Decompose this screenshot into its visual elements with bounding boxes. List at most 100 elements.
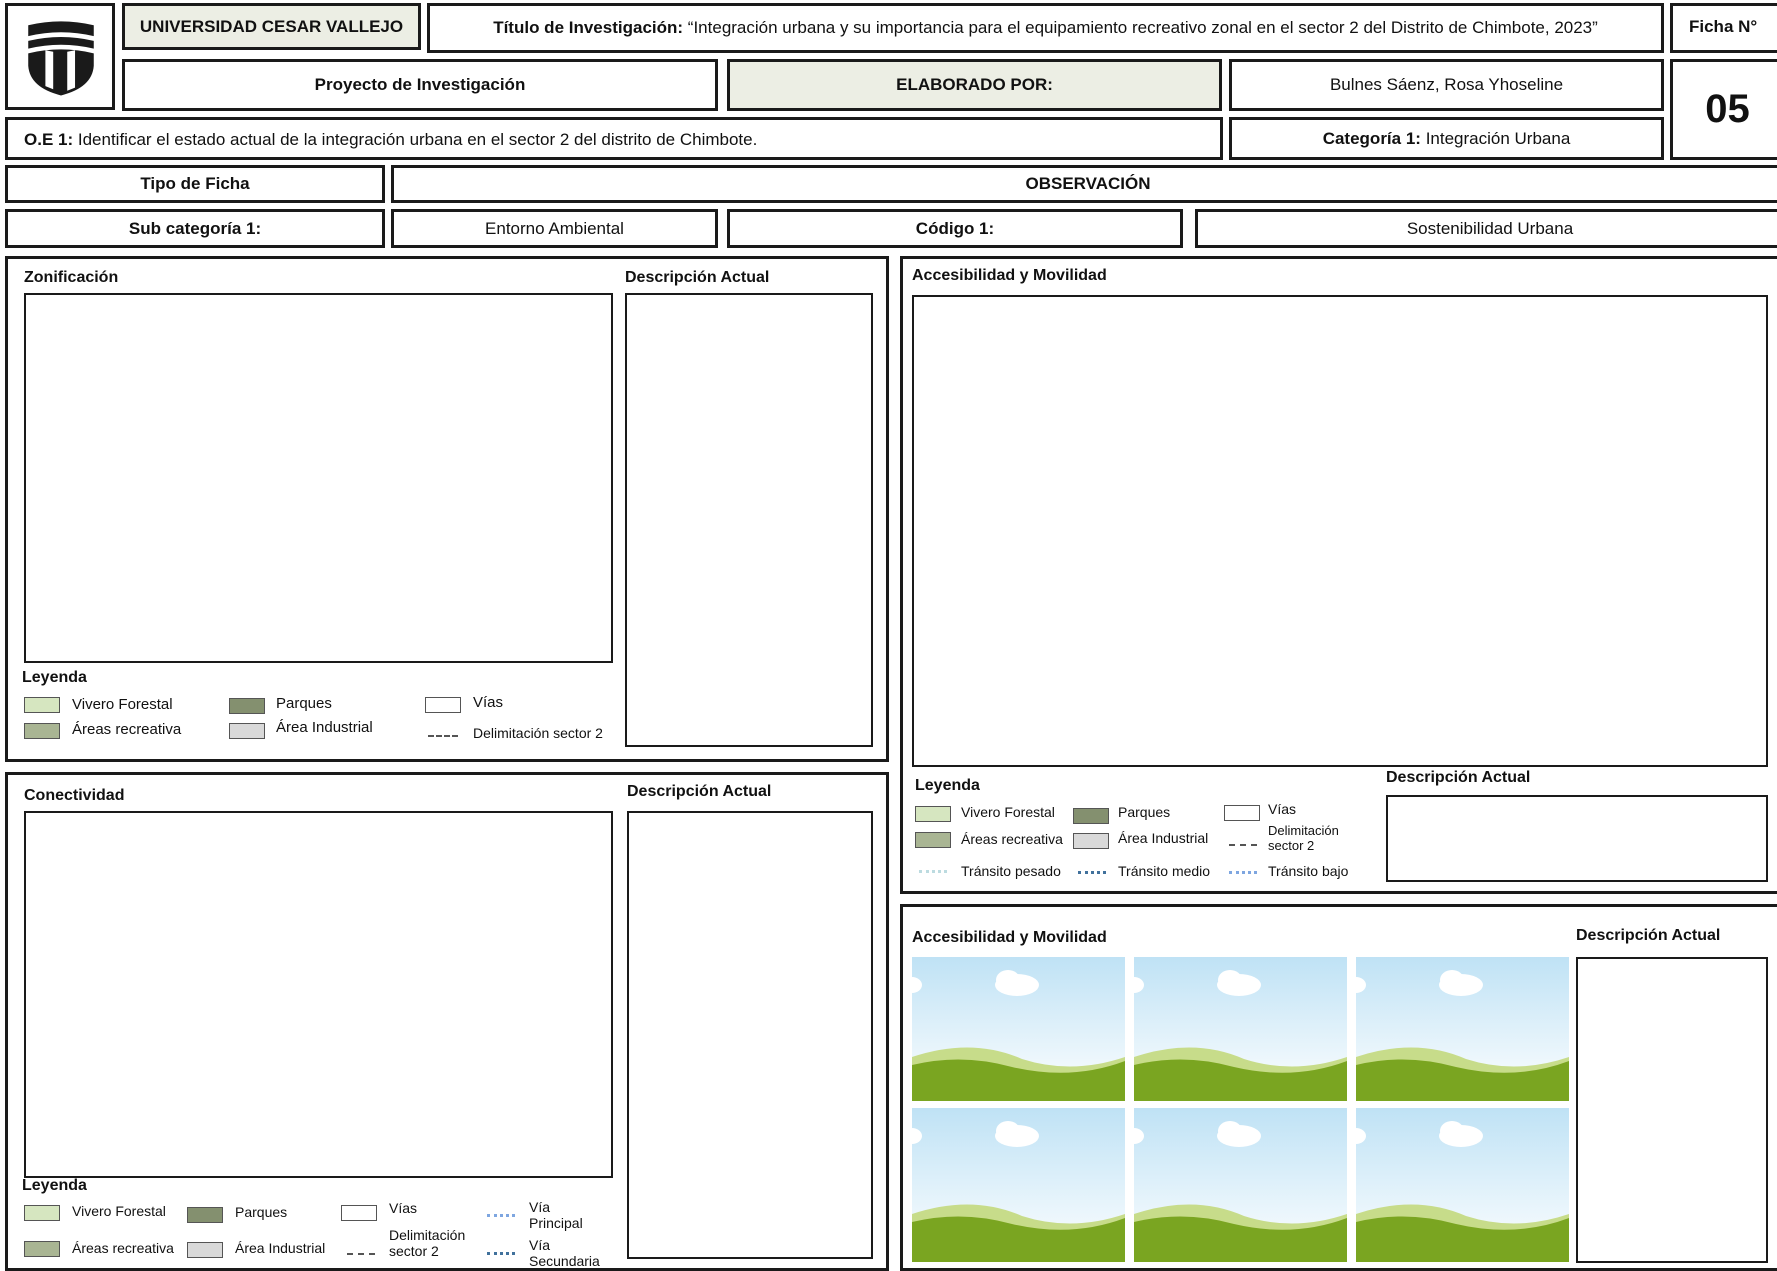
legend-line-transito-pesado bbox=[919, 870, 947, 873]
ficha-label: Ficha N° bbox=[1689, 17, 1758, 36]
tipo-ficha-value-cell: OBSERVACIÓN bbox=[391, 165, 1777, 203]
university-name-cell: UNIVERSIDAD CESAR VALLEJO bbox=[122, 3, 421, 50]
objective-text: Identificar el estado actual de la integ… bbox=[77, 130, 758, 149]
photo-placeholder-1[interactable] bbox=[912, 957, 1125, 1101]
legend-label-industrial: Área Industrial bbox=[276, 719, 373, 736]
conectividad-legend-title: Leyenda bbox=[22, 1177, 87, 1194]
legend-swatch-areas bbox=[24, 723, 60, 739]
categoria-cell: Categoría 1: Integración Urbana bbox=[1229, 117, 1664, 160]
legend-line-delimitacion bbox=[1229, 844, 1257, 846]
conectividad-desc-title: Descripción Actual bbox=[627, 783, 772, 800]
legend-swatch-parques bbox=[1073, 808, 1109, 824]
legend-label-via-secundaria-1: Vía bbox=[529, 1237, 551, 1253]
project-label: Proyecto de Investigación bbox=[314, 75, 526, 94]
landscape-placeholder-icon bbox=[1356, 957, 1569, 1101]
photo-placeholder-4[interactable] bbox=[912, 1108, 1125, 1262]
elaborado-label: ELABORADO POR: bbox=[896, 75, 1053, 94]
tipo-ficha-label: Tipo de Ficha bbox=[140, 174, 250, 193]
zonificacion-map-frame bbox=[24, 293, 613, 663]
legend-label-areas: Áreas recreativa bbox=[961, 831, 1063, 847]
ficha-cell: Ficha N° bbox=[1670, 3, 1777, 53]
objective-label: O.E 1: bbox=[24, 130, 74, 149]
tipo-ficha-cell: Tipo de Ficha bbox=[5, 165, 385, 203]
legend-label-vivero: Vivero Forestal bbox=[72, 1203, 166, 1219]
author-cell: Bulnes Sáenz, Rosa Yhoseline bbox=[1229, 59, 1664, 111]
legend-swatch-vias bbox=[425, 697, 461, 713]
legend-label-parques: Parques bbox=[235, 1204, 288, 1220]
categoria-value: Integración Urbana bbox=[1425, 128, 1571, 148]
codigo-value: Sostenibilidad Urbana bbox=[1406, 218, 1574, 238]
zonificacion-desc-title: Descripción Actual bbox=[625, 269, 770, 286]
legend-label-areas: Áreas recreativa bbox=[72, 1240, 174, 1256]
legend-label-transito-medio: Tránsito medio bbox=[1118, 863, 1211, 879]
conectividad-title: Conectividad bbox=[24, 787, 125, 804]
university-logo-icon bbox=[28, 21, 94, 96]
legend-line-delimitacion bbox=[428, 735, 458, 737]
legend-line-via-secundaria bbox=[487, 1252, 515, 1255]
ficha-number-cell: 05 bbox=[1670, 59, 1777, 160]
legend-label-areas: Áreas recreativa bbox=[72, 721, 182, 738]
research-title-value: “Integración urbana y su importancia par… bbox=[687, 18, 1598, 37]
photo-placeholder-3[interactable] bbox=[1356, 957, 1569, 1101]
legend-swatch-vivero bbox=[24, 697, 60, 713]
legend-label-industrial: Área Industrial bbox=[235, 1240, 326, 1256]
subcat-value-cell: Entorno Ambiental bbox=[391, 209, 718, 248]
accesibilidad-legend-title: Leyenda bbox=[915, 777, 980, 794]
legend-label-via-secundaria-2: Secundaria bbox=[529, 1253, 600, 1269]
legend-label-delimitacion-2: sector 2 bbox=[389, 1243, 439, 1259]
landscape-placeholder-icon bbox=[1356, 1108, 1569, 1262]
accesibilidad-map-frame bbox=[912, 295, 1768, 767]
logo-cell bbox=[5, 3, 115, 110]
legend-label-delimitacion: Delimitación sector 2 bbox=[473, 725, 603, 741]
legend-line-via-principal bbox=[487, 1214, 515, 1217]
legend-label-industrial: Área Industrial bbox=[1118, 830, 1209, 846]
subcat-label: Sub categoría 1: bbox=[128, 218, 262, 238]
legend-swatch-vias bbox=[1224, 805, 1260, 821]
legend-swatch-vivero bbox=[915, 806, 951, 822]
legend-swatch-industrial bbox=[229, 723, 265, 739]
fotos-desc-title: Descripción Actual bbox=[1576, 927, 1721, 944]
legend-line-transito-bajo bbox=[1229, 871, 1257, 874]
legend-label-delimitacion-1: Delimitación bbox=[389, 1227, 466, 1243]
legend-label-vivero: Vivero Forestal bbox=[72, 696, 173, 713]
legend-swatch-industrial bbox=[187, 1242, 223, 1258]
accesibilidad-title: Accesibilidad y Movilidad bbox=[912, 267, 1107, 284]
legend-label-via-principal-2: Principal bbox=[529, 1215, 583, 1231]
elaborado-cell: ELABORADO POR: bbox=[727, 59, 1222, 111]
landscape-placeholder-icon bbox=[1134, 1108, 1347, 1262]
legend-label-delimitacion-2: sector 2 bbox=[1268, 838, 1315, 853]
conectividad-desc-box bbox=[627, 811, 873, 1259]
project-cell: Proyecto de Investigación bbox=[122, 59, 718, 111]
fotos-panel: Accesibilidad y Movilidad Descripción Ac… bbox=[900, 904, 1777, 1271]
categoria-label: Categoría 1: bbox=[1322, 128, 1421, 148]
legend-line-transito-medio bbox=[1078, 871, 1106, 874]
legend-label-vivero: Vivero Forestal bbox=[961, 804, 1055, 820]
research-title-cell: Título de Investigación: “Integración ur… bbox=[427, 3, 1664, 53]
photo-placeholder-2[interactable] bbox=[1134, 957, 1347, 1101]
codigo-label: Código 1: bbox=[915, 218, 995, 238]
legend-label-parques: Parques bbox=[1118, 804, 1171, 820]
legend-swatch-areas bbox=[24, 1241, 60, 1257]
fotos-title: Accesibilidad y Movilidad bbox=[912, 929, 1107, 946]
zonificacion-title: Zonificación bbox=[24, 269, 119, 286]
accesibilidad-desc-title: Descripción Actual bbox=[1386, 769, 1531, 786]
ficha-number: 05 bbox=[1705, 87, 1750, 131]
photo-placeholder-5[interactable] bbox=[1134, 1108, 1347, 1262]
conectividad-map-frame bbox=[24, 811, 613, 1178]
legend-label-vias: Vías bbox=[473, 694, 504, 711]
legend-swatch-parques bbox=[187, 1207, 223, 1223]
research-title-label: Título de Investigación: bbox=[493, 18, 684, 37]
codigo-value-cell: Sostenibilidad Urbana bbox=[1195, 209, 1777, 248]
subcat-value: Entorno Ambiental bbox=[485, 218, 624, 238]
legend-swatch-parques bbox=[229, 698, 265, 714]
fotos-desc-box bbox=[1576, 957, 1768, 1263]
zonificacion-desc-box bbox=[625, 293, 873, 747]
conectividad-panel: Conectividad Descripción Actual Leyenda … bbox=[5, 772, 889, 1271]
legend-swatch-vivero bbox=[24, 1205, 60, 1221]
legend-label-parques: Parques bbox=[276, 695, 332, 712]
legend-label-delimitacion-1: Delimitación bbox=[1268, 823, 1339, 838]
legend-swatch-vias bbox=[341, 1205, 377, 1221]
landscape-placeholder-icon bbox=[912, 1108, 1125, 1262]
photo-placeholder-6[interactable] bbox=[1356, 1108, 1569, 1262]
legend-line-delimitacion bbox=[347, 1253, 375, 1255]
